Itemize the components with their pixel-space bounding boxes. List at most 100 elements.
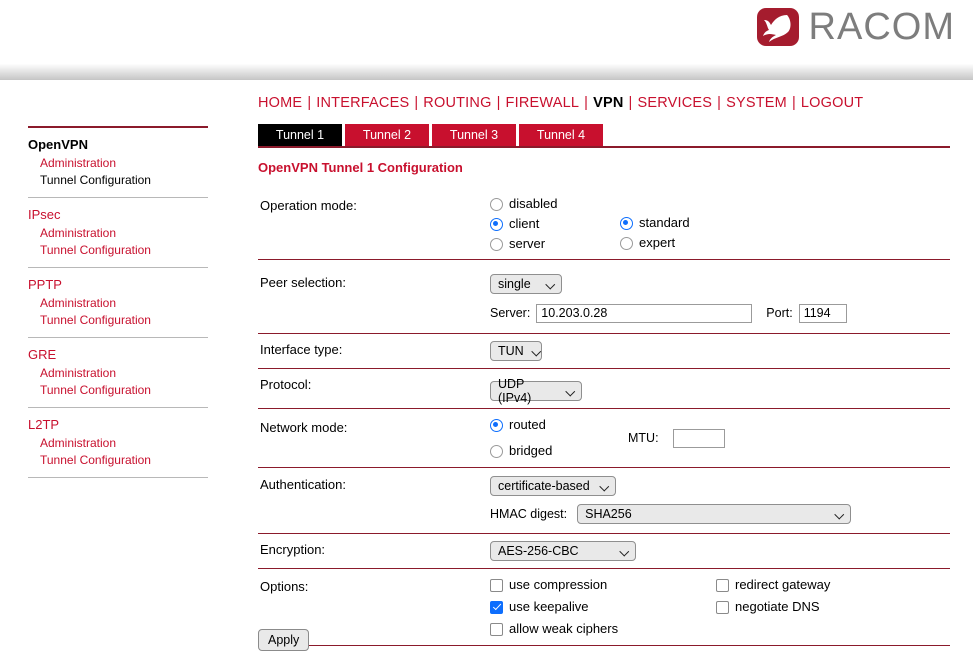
sidebar-item-l2tp-tunnel-configuration[interactable]: Tunnel Configuration — [40, 453, 208, 467]
page-header: RACOM — [0, 0, 973, 60]
sidebar-group-l2tp: L2TP Administration Tunnel Configuration — [28, 407, 208, 478]
radio-label-routed: routed — [509, 417, 546, 432]
sidebar: OpenVPN Administration Tunnel Configurat… — [28, 126, 208, 478]
tunnel-configuration-form: OpenVPN Tunnel 1 Configuration Operation… — [258, 160, 950, 646]
chevron-down-icon — [567, 387, 576, 396]
hmac-digest-select[interactable]: SHA256 — [577, 504, 852, 524]
checkbox-negotiate-dns-icon[interactable] — [716, 600, 729, 614]
interface-type-select[interactable]: TUN — [490, 341, 542, 361]
tab-tunnel-1[interactable]: Tunnel 1 — [258, 124, 342, 146]
sidebar-item-pptp-administration[interactable]: Administration — [40, 296, 208, 310]
checkbox-allow-weak-ciphers-icon[interactable] — [490, 622, 503, 636]
sidebar-item-pptp-tunnel-configuration[interactable]: Tunnel Configuration — [40, 313, 208, 327]
sidebar-item-openvpn-tunnel-configuration[interactable]: Tunnel Configuration — [40, 173, 208, 187]
form-actions: Apply — [258, 629, 310, 651]
sidebar-group-pptp: PPTP Administration Tunnel Configuration — [28, 267, 208, 337]
radio-disabled-icon[interactable] — [490, 197, 503, 211]
mtu-input[interactable] — [672, 428, 725, 448]
row-peer-selection: Peer selection: single Server: Port: — [258, 260, 950, 334]
checkbox-label-use-compression: use compression — [509, 577, 608, 592]
interface-type-value: TUN — [498, 344, 524, 358]
protocol-value: UDP (IPv4) — [498, 377, 532, 405]
label-options: Options: — [260, 579, 309, 594]
nav-item-firewall[interactable]: FIREWALL — [506, 95, 580, 111]
protocol-select[interactable]: UDP (IPv4) — [490, 377, 582, 405]
row-protocol: Protocol: UDP (IPv4) — [258, 369, 950, 409]
nav-item-logout[interactable]: LOGOUT — [801, 95, 863, 111]
bird-leaf-glyph-icon — [762, 15, 791, 42]
racom-logo: RACOM — [756, 8, 955, 46]
radio-option-server[interactable]: server — [490, 237, 620, 251]
label-protocol: Protocol: — [260, 377, 312, 392]
tab-tunnel-2[interactable]: Tunnel 2 — [345, 124, 429, 146]
server-input[interactable] — [536, 303, 753, 323]
chevron-down-icon — [547, 280, 556, 289]
row-authentication: Authentication: certificate-based HMAC d… — [258, 468, 950, 534]
radio-label-bridged: bridged — [509, 443, 553, 458]
radio-routed-icon[interactable] — [490, 418, 503, 432]
sidebar-group-title-gre[interactable]: GRE — [28, 347, 208, 362]
tab-tunnel-4[interactable]: Tunnel 4 — [519, 124, 603, 146]
header-gradient-divider — [0, 60, 973, 80]
sidebar-item-ipsec-tunnel-configuration[interactable]: Tunnel Configuration — [40, 243, 208, 257]
sidebar-item-gre-tunnel-configuration[interactable]: Tunnel Configuration — [40, 383, 208, 397]
chevron-down-icon — [836, 510, 845, 519]
radio-option-disabled[interactable]: disabled — [490, 197, 620, 211]
peer-selection-select[interactable]: single — [490, 274, 562, 294]
radio-option-bridged[interactable]: bridged — [490, 444, 628, 458]
nav-item-interfaces[interactable]: INTERFACES — [316, 95, 409, 111]
tab-tunnel-3[interactable]: Tunnel 3 — [432, 124, 516, 146]
sidebar-group-title-openvpn: OpenVPN — [28, 137, 88, 152]
nav-separator: | — [414, 95, 419, 111]
sidebar-group-title-l2tp[interactable]: L2TP — [28, 417, 208, 432]
sidebar-group-title-pptp[interactable]: PPTP — [28, 277, 208, 292]
radio-standard-icon[interactable] — [620, 216, 633, 230]
label-server: Server: — [490, 306, 531, 320]
encryption-select[interactable]: AES-256-CBC — [490, 541, 636, 561]
row-network-mode: Network mode: routed bridged MTU: — [258, 409, 950, 468]
radio-option-routed[interactable]: routed — [490, 418, 628, 432]
checkbox-redirect-gateway-icon[interactable] — [716, 578, 729, 592]
page-root: RACOM HOME | INTERFACES | ROUTING | FIREWALL | V… — [0, 0, 973, 661]
encryption-value: AES-256-CBC — [498, 544, 579, 558]
checkbox-label-negotiate-dns: negotiate DNS — [735, 599, 820, 614]
nav-separator: | — [584, 95, 589, 111]
sidebar-group-title-ipsec[interactable]: IPsec — [28, 207, 208, 222]
sidebar-group-ipsec: IPsec Administration Tunnel Configuratio… — [28, 197, 208, 267]
nav-item-system[interactable]: SYSTEM — [726, 95, 787, 111]
port-input[interactable] — [798, 303, 847, 323]
sidebar-group-gre: GRE Administration Tunnel Configuration — [28, 337, 208, 407]
checkbox-option-redirect-gateway[interactable]: redirect gateway — [716, 578, 830, 592]
checkbox-use-compression-icon[interactable] — [490, 578, 503, 592]
radio-option-client[interactable]: client — [490, 217, 620, 231]
radio-server-icon[interactable] — [490, 237, 503, 251]
checkbox-option-use-keepalive[interactable]: use keepalive — [490, 600, 716, 614]
sidebar-item-l2tp-administration[interactable]: Administration — [40, 436, 208, 450]
radio-option-standard[interactable]: standard — [620, 216, 690, 230]
racom-logo-icon — [756, 8, 799, 46]
checkbox-label-redirect-gateway: redirect gateway — [735, 577, 831, 592]
nav-item-routing[interactable]: ROUTING — [423, 95, 491, 111]
sidebar-item-gre-administration[interactable]: Administration — [40, 366, 208, 380]
label-hmac-digest: HMAC digest: — [490, 507, 568, 521]
checkbox-label-allow-weak-ciphers: allow weak ciphers — [509, 621, 619, 636]
checkbox-use-keepalive-icon[interactable] — [490, 600, 503, 614]
nav-item-home[interactable]: HOME — [258, 95, 302, 111]
checkbox-option-allow-weak-ciphers[interactable]: allow weak ciphers — [490, 622, 716, 636]
apply-button[interactable]: Apply — [258, 629, 310, 651]
label-mtu: MTU: — [628, 431, 659, 445]
nav-item-services[interactable]: SERVICES — [637, 95, 712, 111]
authentication-select[interactable]: certificate-based — [490, 476, 616, 496]
chevron-down-icon — [533, 347, 542, 356]
nav-separator: | — [628, 95, 633, 111]
sidebar-item-openvpn-administration[interactable]: Administration — [40, 156, 208, 170]
radio-bridged-icon[interactable] — [490, 444, 503, 458]
radio-option-expert[interactable]: expert — [620, 236, 690, 250]
checkbox-option-use-compression[interactable]: use compression — [490, 578, 716, 592]
radio-client-icon[interactable] — [490, 217, 503, 231]
sidebar-item-ipsec-administration[interactable]: Administration — [40, 226, 208, 240]
radio-expert-icon[interactable] — [620, 236, 633, 250]
nav-item-vpn[interactable]: VPN — [593, 95, 623, 111]
page-title: OpenVPN Tunnel 1 Configuration — [258, 160, 463, 175]
checkbox-option-negotiate-dns[interactable]: negotiate DNS — [716, 600, 830, 614]
